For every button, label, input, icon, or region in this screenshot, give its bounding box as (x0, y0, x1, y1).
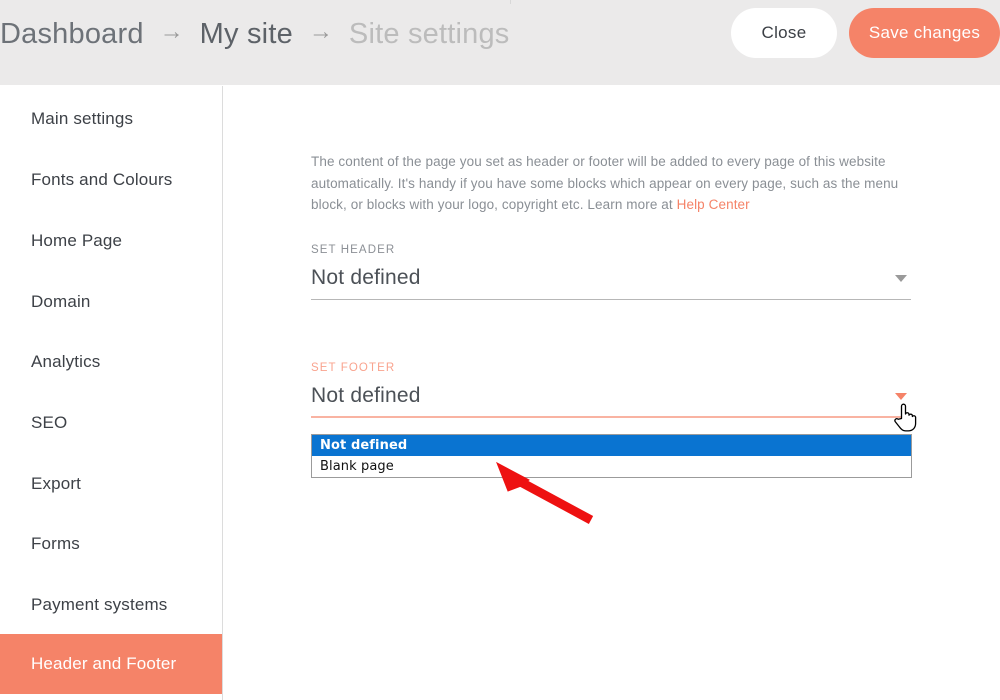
top-bar: Dashboard → My site → Site settings Clos… (0, 0, 1000, 85)
set-header-select[interactable]: Not defined (311, 256, 911, 300)
breadcrumb-separator-icon: → (159, 18, 184, 45)
sidebar-item-label: Forms (31, 534, 80, 553)
chevron-down-icon[interactable] (895, 275, 907, 282)
breadcrumb: Dashboard → My site → Site settings (0, 12, 510, 56)
set-footer-label: SET FOOTER (311, 362, 396, 374)
sidebar-item-seo[interactable]: SEO (0, 393, 222, 453)
save-changes-button[interactable]: Save changes (849, 8, 1000, 58)
sidebar-item-export[interactable]: Export (0, 454, 222, 514)
sidebar-item-analytics[interactable]: Analytics (0, 332, 222, 392)
sidebar-item-label: Header and Footer (31, 654, 177, 673)
dropdown-option-not-defined[interactable]: Not defined (312, 435, 911, 456)
sidebar-item-home-page[interactable]: Home Page (0, 211, 222, 271)
main-content: The content of the page you set as heade… (224, 86, 1000, 700)
sidebar-item-fonts-and-colours[interactable]: Fonts and Colours (0, 150, 222, 210)
set-header-field: SET HEADER Not defined (311, 244, 911, 300)
set-footer-select[interactable]: Not defined (311, 374, 911, 418)
breadcrumb-item-site-settings: Site settings (348, 17, 510, 50)
help-center-link[interactable]: Help Center (677, 197, 750, 212)
app-root: Dashboard → My site → Site settings Clos… (0, 0, 1000, 700)
set-footer-dropdown-list[interactable]: Not defined Blank page (311, 434, 912, 478)
dropdown-option-label: Blank page (320, 459, 394, 474)
sidebar-item-label: Home Page (31, 231, 123, 250)
sidebar-item-main-settings[interactable]: Main settings (0, 89, 222, 149)
sidebar-item-label: Analytics (31, 352, 101, 371)
sidebar-item-label: Fonts and Colours (31, 170, 173, 189)
breadcrumb-separator-icon: → (308, 18, 333, 45)
sidebar-item-label: Export (31, 474, 82, 493)
sidebar-item-label: SEO (31, 413, 68, 432)
sidebar-item-payment-systems[interactable]: Payment systems (0, 575, 222, 635)
set-header-value: Not defined (311, 266, 421, 289)
breadcrumb-item-my-site[interactable]: My site (200, 19, 293, 49)
sidebar-item-label: Payment systems (31, 595, 168, 614)
intro-paragraph: The content of the page you set as heade… (311, 151, 911, 216)
topbar-seam-divider (510, 0, 511, 4)
sidebar: Main settings Fonts and Colours Home Pag… (0, 86, 223, 700)
sidebar-item-label: Main settings (31, 109, 134, 128)
sidebar-item-forms[interactable]: Forms (0, 514, 222, 574)
close-button[interactable]: Close (731, 8, 837, 58)
set-header-underline (311, 299, 911, 300)
set-footer-underline (311, 416, 911, 418)
chevron-down-icon[interactable] (895, 393, 907, 400)
dropdown-option-label: Not defined (320, 438, 408, 453)
sidebar-item-header-and-footer[interactable]: Header and Footer (0, 634, 222, 694)
set-footer-value: Not defined (311, 384, 421, 407)
sidebar-item-domain[interactable]: Domain (0, 272, 222, 332)
set-footer-field: SET FOOTER Not defined (311, 362, 911, 418)
sidebar-item-label: Domain (31, 292, 91, 311)
breadcrumb-item-dashboard[interactable]: Dashboard (0, 19, 144, 49)
dropdown-option-blank-page[interactable]: Blank page (312, 456, 911, 477)
set-header-label: SET HEADER (311, 244, 396, 256)
intro-text: The content of the page you set as heade… (311, 154, 899, 212)
